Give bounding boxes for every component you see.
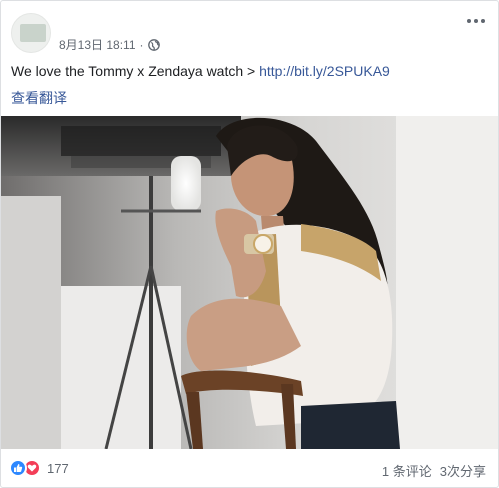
comments-count[interactable]: 1 条评论 <box>382 461 432 480</box>
photo-image <box>1 116 498 449</box>
more-options-icon[interactable] <box>464 15 488 27</box>
avatar-image <box>20 24 46 42</box>
post-meta: 8月13日 18:11 · <box>59 36 160 53</box>
post-timestamp[interactable]: 8月13日 18:11 <box>59 36 136 53</box>
avatar[interactable] <box>11 13 51 53</box>
post-header: 8月13日 18:11 · <box>1 1 498 57</box>
post-footer: 177 1 条评论 3次分享 <box>1 449 498 487</box>
post-stats: 1 条评论 3次分享 <box>382 461 486 480</box>
post-card: 8月13日 18:11 · We love the Tommy x Zenday… <box>0 0 499 488</box>
reactions-summary[interactable]: 177 <box>9 459 69 477</box>
post-message-text: We love the Tommy x Zendaya watch > <box>11 63 260 79</box>
reaction-count[interactable]: 177 <box>47 461 69 476</box>
post-link[interactable]: http://bit.ly/2SPUKA9 <box>259 63 390 79</box>
post-message: We love the Tommy x Zendaya watch > http… <box>11 62 390 80</box>
post-photo[interactable] <box>1 116 498 449</box>
shares-count[interactable]: 3次分享 <box>440 461 486 480</box>
like-icon <box>9 459 27 477</box>
see-translation-link[interactable]: 查看翻译 <box>11 88 67 108</box>
globe-icon[interactable] <box>147 38 160 51</box>
meta-separator: · <box>139 37 144 52</box>
